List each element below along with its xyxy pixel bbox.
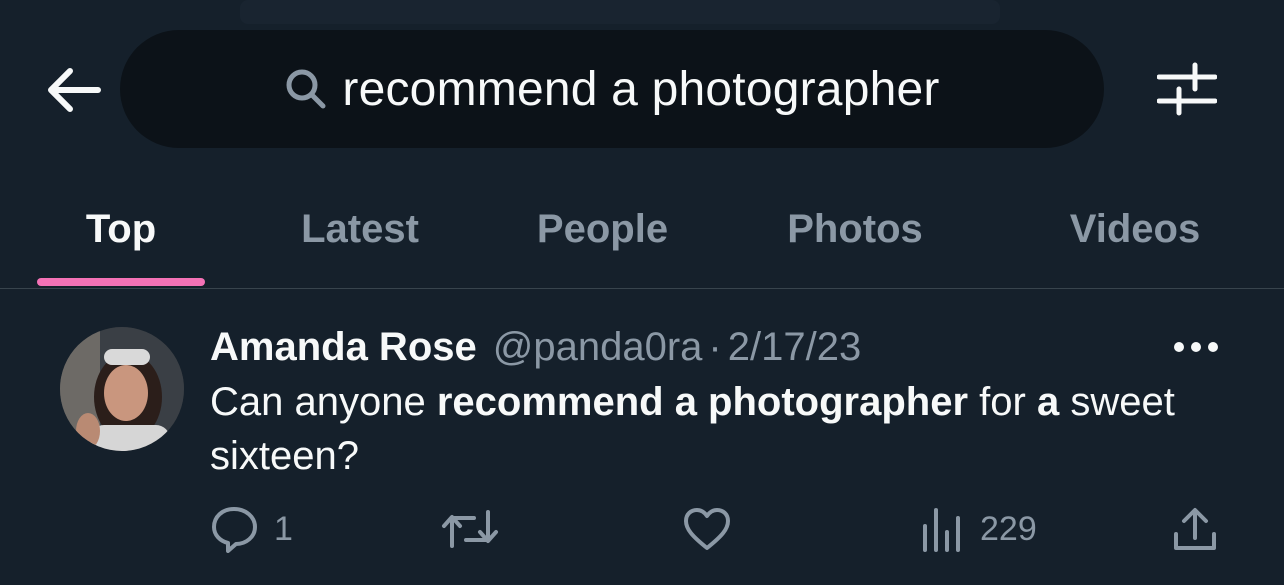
reply-button[interactable]: 1 (210, 499, 293, 559)
views-button[interactable]: 229 (920, 499, 1037, 559)
reply-count: 1 (274, 509, 293, 548)
tweet-text: Can anyone recommend a photographer for … (210, 375, 1220, 483)
tweet-text-segment: Can anyone (210, 380, 437, 424)
tab-people[interactable]: People (510, 170, 695, 288)
like-button[interactable] (682, 499, 746, 559)
active-tab-indicator (37, 278, 205, 286)
search-input[interactable]: recommend a photographer (120, 30, 1104, 148)
tweet-actions: 1 229 (0, 499, 1284, 559)
author-handle[interactable]: @panda0ra (493, 325, 703, 370)
tab-label: Photos (787, 206, 923, 251)
share-upload-icon (1172, 506, 1218, 552)
tweet-date[interactable]: 2/17/23 (728, 325, 861, 370)
repost-button[interactable] (440, 499, 514, 559)
back-button[interactable] (40, 62, 106, 122)
search-filter-button[interactable] (1152, 58, 1222, 124)
search-header: recommend a photographer (0, 0, 1284, 170)
tab-label: Videos (1069, 206, 1201, 251)
tweet-text-highlight: recommend a photographer (436, 380, 969, 424)
tab-top[interactable]: Top (37, 170, 205, 288)
tab-latest[interactable]: Latest (270, 170, 450, 288)
analytics-bars-icon (920, 506, 966, 552)
heart-icon (682, 506, 732, 552)
author-display-name[interactable]: Amanda Rose (210, 325, 477, 370)
more-horizontal-icon (1173, 340, 1219, 358)
tab-photos[interactable]: Photos (760, 170, 950, 288)
repost-icon (440, 506, 500, 552)
tweet-text-segment: for (968, 380, 1037, 424)
views-count: 229 (980, 509, 1037, 548)
tweet[interactable]: Amanda Rose @panda0ra · 2/17/23 Can anyo… (0, 289, 1284, 585)
tab-label: Top (85, 206, 157, 251)
arrow-left-icon (44, 67, 102, 118)
tab-label: People (536, 206, 669, 251)
more-options-button[interactable] (1170, 331, 1222, 367)
avatar[interactable] (60, 327, 184, 451)
tab-videos[interactable]: Videos (1040, 170, 1230, 288)
tab-label: Latest (301, 206, 419, 251)
tweet-header: Amanda Rose @panda0ra · 2/17/23 (210, 319, 861, 375)
search-tabs: Top Latest People Photos Videos (0, 170, 1284, 289)
tweet-text-highlight: a (1036, 380, 1060, 424)
reply-bubble-icon (210, 505, 260, 553)
search-icon (284, 66, 330, 112)
share-button[interactable] (1172, 499, 1218, 559)
search-query-text: recommend a photographer (342, 62, 940, 116)
filter-sliders-icon (1156, 61, 1218, 122)
separator-dot: · (708, 324, 722, 369)
